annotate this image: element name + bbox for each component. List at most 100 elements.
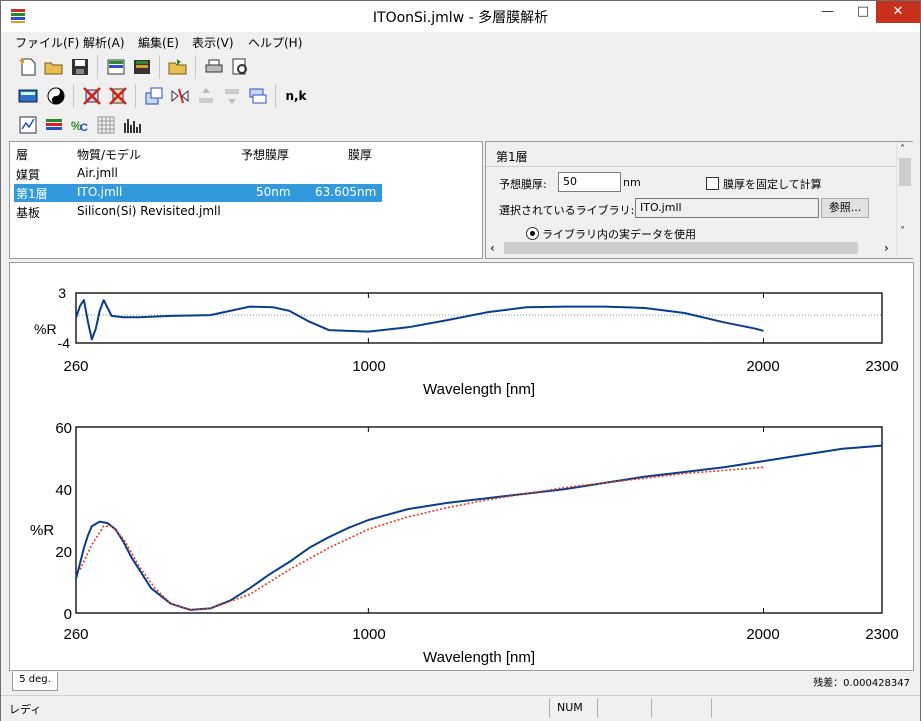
layer-material: ITO.jmll — [77, 185, 123, 199]
divider — [486, 166, 896, 167]
expected-thickness-input[interactable]: 50 — [558, 172, 621, 192]
status-separator — [711, 698, 712, 718]
header-layer[interactable]: 層 — [16, 146, 28, 163]
x-tick-label: 1000 — [352, 626, 385, 643]
status-bar: レディ NUM — [1, 695, 920, 721]
library-label: 選択されているライブラリ: — [499, 204, 635, 217]
open-data-icon[interactable] — [105, 56, 127, 78]
status-num: NUM — [557, 701, 583, 714]
status-separator — [651, 698, 652, 718]
toolbar-separator — [159, 55, 160, 79]
grid-icon[interactable] — [95, 114, 117, 136]
layer-row-layer1[interactable]: 第1層 ITO.jmll 50nm 63.605nm — [14, 184, 382, 202]
open-project-icon[interactable] — [167, 56, 189, 78]
nk-plot-icon[interactable]: %C — [69, 114, 91, 136]
header-material[interactable]: 物質/モデル — [77, 146, 141, 163]
delete-layer-icon[interactable] — [81, 85, 103, 107]
menu-view[interactable]: 表示(V) — [192, 34, 234, 51]
properties-horizontal-scrollbar[interactable]: ‹ › — [486, 240, 896, 257]
minimize-button[interactable]: — — [805, 1, 850, 23]
use-library-data-radio[interactable] — [526, 227, 539, 240]
move-down-icon[interactable] — [221, 85, 243, 107]
scroll-right-icon[interactable]: › — [884, 241, 889, 255]
save-data-icon[interactable] — [131, 56, 153, 78]
fitted-series-line — [79, 466, 764, 611]
status-ready: レディ — [9, 703, 42, 716]
x-tick-label: 260 — [63, 358, 88, 375]
layer-expected-thickness: 50nm — [256, 185, 291, 199]
fix-thickness-label: 膜厚を固定して計算 — [723, 178, 822, 191]
thickness-unit: nm — [623, 176, 641, 189]
menu-bar: ファイル(F) 解析(A) 編集(E) 表示(V) ヘルプ(H) — [1, 32, 920, 52]
toolbar-separator — [195, 55, 196, 79]
properties-vertical-scrollbar[interactable]: ˄ ˅ — [896, 142, 913, 258]
toolbar-layers: n,k — [11, 82, 311, 110]
toolbar-file — [11, 53, 261, 81]
layer-stack-icon[interactable] — [247, 85, 269, 107]
window-title: ITOonSi.jmlw - 多層膜解析 — [372, 10, 549, 26]
library-field[interactable]: ITO.jmll — [635, 198, 819, 218]
menu-analysis[interactable]: 解析(A) — [83, 34, 125, 51]
delete-all-icon[interactable] — [107, 85, 129, 107]
graph-icon[interactable] — [17, 114, 39, 136]
move-up-icon[interactable] — [195, 85, 217, 107]
svg-text:C: C — [80, 122, 88, 134]
toolbar-separator — [73, 84, 74, 108]
save-icon[interactable] — [69, 56, 91, 78]
print-preview-icon[interactable] — [229, 56, 251, 78]
scroll-up-icon[interactable]: ˄ — [900, 144, 905, 155]
y-tick-label: 20 — [55, 544, 72, 561]
layer-list: 層 物質/モデル 予想膜厚 膜厚 媒質 Air.jmll 第1層 ITO.jml… — [9, 141, 483, 259]
measured-series-line — [75, 299, 764, 341]
menu-help[interactable]: ヘルプ(H) — [248, 34, 302, 51]
angle-tab[interactable]: 5 deg. — [12, 672, 58, 691]
y-axis-label: %R — [34, 321, 57, 337]
calculator-icon[interactable] — [17, 85, 39, 107]
menu-file[interactable]: ファイル(F) — [15, 34, 79, 51]
menu-edit[interactable]: 編集(E) — [138, 34, 179, 51]
main-window: ITOonSi.jmlw - 多層膜解析 — □ ✕ ファイル(F) 解析(A)… — [0, 0, 921, 721]
toolbar-view: % C — [11, 111, 161, 139]
layer-row-substrate[interactable]: 基板 Silicon(Si) Revisited.jmll — [14, 203, 382, 221]
layer-bars-icon[interactable] — [43, 114, 65, 136]
swap-layer-icon[interactable] — [169, 85, 191, 107]
histogram-icon[interactable] — [121, 114, 143, 136]
insert-layer-icon[interactable] — [143, 85, 165, 107]
scroll-thumb[interactable] — [504, 242, 858, 254]
print-icon[interactable] — [203, 56, 225, 78]
x-tick-label: 2300 — [865, 626, 898, 643]
layer-thickness: 63.605nm — [315, 185, 377, 199]
delta-reflectance-chart: %R 3 -4 260 1000 2000 2300 Wavelength [n… — [34, 285, 899, 398]
layer-name: 媒質 — [16, 168, 41, 182]
open-folder-icon[interactable] — [43, 56, 65, 78]
y-tick-label: 3 — [58, 285, 66, 301]
scroll-down-icon[interactable]: ˅ — [900, 226, 905, 237]
x-tick-label: 2000 — [746, 626, 779, 643]
nk-button[interactable]: n,k — [283, 85, 309, 107]
maximize-button[interactable]: □ — [850, 1, 876, 23]
toolbar-separator — [275, 84, 276, 108]
layer-properties-panel: 第1層 予想膜厚: 50 nm 膜厚を固定して計算 選択されているライブラリ: … — [485, 141, 913, 259]
reflectance-chart: %R 60 40 20 0 260 1000 2000 2300 Wavelen… — [30, 420, 899, 666]
x-tick-label: 2300 — [865, 358, 898, 375]
scroll-thumb[interactable] — [899, 158, 911, 186]
expected-thickness-label: 予想膜厚: — [499, 178, 547, 191]
plot-frame — [75, 426, 883, 614]
layer-row-medium[interactable]: 媒質 Air.jmll — [14, 165, 382, 183]
yin-yang-icon[interactable] — [45, 85, 67, 107]
y-tick-label: 40 — [55, 482, 72, 499]
layer-name: 第1層 — [16, 187, 48, 201]
status-separator — [597, 698, 598, 718]
fix-thickness-checkbox[interactable] — [706, 177, 719, 190]
reflectance-charts: %R 3 -4 260 1000 2000 2300 Wavelength [n… — [30, 285, 899, 666]
header-expected-thickness[interactable]: 予想膜厚 — [241, 146, 289, 163]
close-button[interactable]: ✕ — [876, 1, 920, 23]
scroll-left-icon[interactable]: ‹ — [490, 241, 495, 255]
header-thickness[interactable]: 膜厚 — [348, 146, 372, 163]
new-file-icon[interactable] — [17, 56, 39, 78]
measured-series-line — [75, 444, 883, 611]
y-tick-label: 0 — [64, 606, 72, 623]
plot-frame — [75, 292, 883, 344]
browse-button[interactable]: 参照... — [821, 198, 869, 218]
x-axis-label: Wavelength [nm] — [423, 649, 535, 666]
